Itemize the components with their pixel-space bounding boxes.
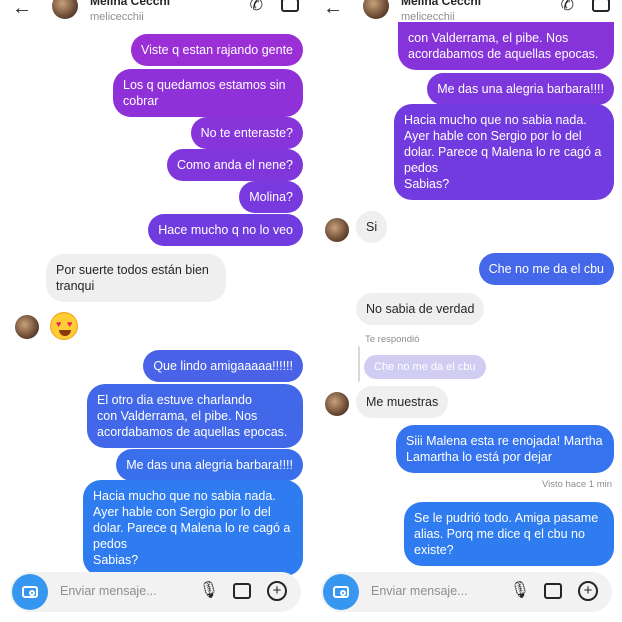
avatar — [325, 392, 349, 416]
message-outgoing[interactable]: Que lindo amigaaaaa!!!!!! — [143, 350, 303, 382]
message-outgoing[interactable]: Hace mucho q no lo veo — [148, 214, 303, 246]
back-arrow-icon[interactable]: ← — [12, 0, 32, 18]
message-incoming[interactable]: No sabia de verdad — [356, 293, 485, 325]
left-chat-panel: ← Melina Cecchi melicecchii ✆ Viste q es… — [0, 0, 311, 622]
message-composer: Enviar mensaje... 🎙 + — [10, 572, 301, 612]
message-outgoing[interactable]: Hacia mucho que no sabia nada. Ayer habl… — [83, 480, 303, 576]
chat-header: ← Melina Cecchi melicecchii ✆ — [0, 0, 311, 24]
message-outgoing[interactable]: Se le pudrió todo. Amiga pasame alias. P… — [404, 502, 614, 566]
avatar[interactable] — [363, 0, 389, 19]
message-outgoing[interactable]: Molina? — [239, 181, 303, 213]
message-composer: Enviar mensaje... 🎙 + — [321, 572, 612, 612]
message-outgoing[interactable]: Me das una alegria barbara!!!! — [427, 73, 614, 105]
message-outgoing[interactable]: Viste q estan rajando gente — [131, 34, 303, 66]
message-incoming[interactable]: Me muestras — [356, 386, 449, 418]
message-outgoing[interactable]: Como anda el nene? — [166, 149, 303, 181]
message-outgoing[interactable]: No te enteraste? — [190, 117, 303, 149]
contact-name: Melina Cecchi — [401, 0, 482, 8]
camera-icon[interactable] — [12, 574, 48, 610]
message-incoming[interactable]: Por suerte todos están bien tranqui — [46, 254, 226, 302]
phone-icon[interactable]: ✆ — [250, 0, 263, 14]
seen-status: Visto hace 1 min — [541, 479, 612, 490]
plus-icon[interactable]: + — [578, 581, 598, 601]
message-incoming[interactable]: Si — [356, 211, 388, 243]
microphone-icon[interactable]: 🎙 — [510, 582, 530, 600]
heart-eyes-emoji-icon: ♥ ♥ — [50, 312, 78, 340]
message-outgoing[interactable]: Hacia mucho que no sabia nada. Ayer habl… — [394, 104, 614, 200]
avatar — [15, 315, 39, 339]
message-outgoing[interactable]: con Valderrama, el pibe. Nos acordabamos… — [398, 22, 614, 70]
message-input[interactable]: Enviar mensaje... — [371, 584, 468, 598]
camera-icon[interactable] — [323, 574, 359, 610]
message-outgoing[interactable]: Che no me da el cbu — [478, 253, 614, 285]
plus-icon[interactable]: + — [267, 581, 287, 601]
avatar[interactable] — [52, 0, 78, 19]
microphone-icon[interactable]: 🎙 — [199, 582, 219, 600]
contact-username: melicecchii — [90, 11, 144, 23]
message-outgoing[interactable]: Siii Malena esta re enojada! Martha Lama… — [396, 425, 614, 473]
phone-icon[interactable]: ✆ — [561, 0, 574, 14]
message-outgoing[interactable]: Me das una alegria barbara!!!! — [116, 449, 303, 481]
video-icon[interactable] — [281, 0, 299, 12]
reply-label: Te respondió — [365, 334, 420, 345]
message-outgoing[interactable]: El otro dia estuve charlando con Valderr… — [87, 384, 303, 448]
contact-name: Melina Cecchi — [90, 0, 171, 8]
reply-quote[interactable]: Che no me da el cbu — [364, 355, 486, 379]
image-icon[interactable] — [233, 583, 251, 599]
avatar — [325, 218, 349, 242]
message-input[interactable]: Enviar mensaje... — [60, 584, 157, 598]
image-icon[interactable] — [544, 583, 562, 599]
right-chat-panel: ← Melina Cecchi melicecchii ✆ con Valder… — [311, 0, 622, 622]
back-arrow-icon[interactable]: ← — [323, 0, 343, 18]
chat-header: ← Melina Cecchi melicecchii ✆ — [311, 0, 622, 24]
video-icon[interactable] — [592, 0, 610, 12]
message-outgoing[interactable]: Los q quedamos estamos sin cobrar — [113, 69, 303, 117]
reply-bar — [358, 346, 360, 382]
